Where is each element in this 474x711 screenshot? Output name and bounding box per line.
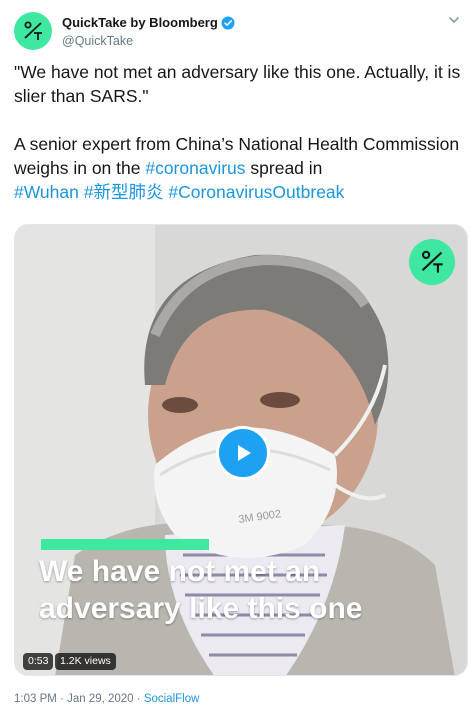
chevron-down-icon[interactable] [448, 14, 460, 26]
tweet-source-link[interactable]: SocialFlow [144, 693, 200, 705]
tweet-body: A senior expert from China’s National He… [14, 132, 466, 204]
caption-line: We have not met an [39, 555, 321, 588]
meta-separator: · [56, 693, 68, 705]
caption-line: adversary like this one [39, 592, 363, 625]
user-block: QuickTake by Bloomberg @QuickTake [62, 14, 235, 49]
quicktake-logo-icon [24, 21, 42, 40]
tweet-time[interactable]: 1:03 PM [14, 693, 57, 705]
tweet-date[interactable]: Jan 29, 2020 [67, 693, 134, 705]
brand-badge [409, 239, 455, 285]
hashtag-chinese[interactable]: #新型肺炎 [84, 182, 164, 202]
duration-badge: 0:53 [23, 653, 54, 670]
tweet-quote: "We have not met an adversary like this … [14, 62, 461, 106]
tweet-meta: 1:03 PM · Jan 29, 2020 · SocialFlow [14, 692, 199, 706]
hashtag-outbreak[interactable]: #CoronavirusOutbreak [168, 182, 344, 202]
meta-separator: · [133, 693, 144, 705]
quicktake-logo-icon [421, 250, 443, 273]
avatar[interactable] [14, 12, 52, 50]
tweet-body-middle: spread in [245, 158, 323, 178]
video-player[interactable]: 3M 9002 We have not met an adversary lik… [14, 224, 468, 676]
hashtag-wuhan[interactable]: #Wuhan [14, 182, 79, 202]
hashtag-coronavirus[interactable]: #coronavirus [145, 158, 245, 178]
author-name[interactable]: QuickTake by Bloomberg [62, 14, 235, 31]
verified-badge-icon [221, 16, 235, 29]
tweet-text: "We have not met an adversary like this … [14, 60, 466, 204]
views-badge: 1.2K views [55, 653, 116, 670]
tweet-header: QuickTake by Bloomberg @QuickTake [14, 12, 464, 52]
caption-accent-bar [41, 539, 209, 550]
video-caption: We have not met an adversary like this o… [39, 553, 459, 627]
author-name-text[interactable]: QuickTake by Bloomberg [62, 14, 218, 31]
play-button[interactable] [216, 426, 270, 480]
author-handle[interactable]: @QuickTake [62, 33, 235, 49]
play-icon [238, 445, 251, 461]
